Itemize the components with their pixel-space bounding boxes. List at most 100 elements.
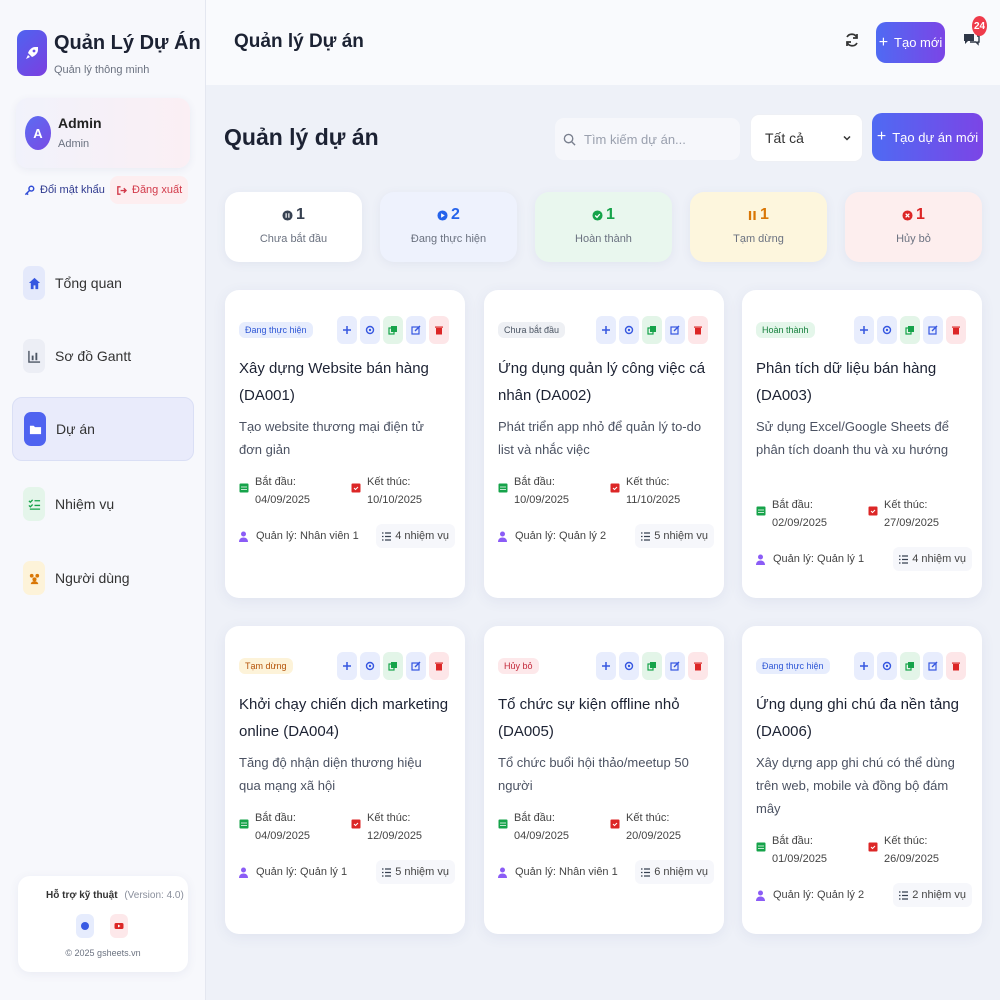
task-count[interactable]: 5 nhiệm vụ — [635, 524, 714, 548]
calendar-end-icon — [610, 483, 620, 493]
edit-button[interactable] — [406, 316, 426, 344]
stat-cancelled[interactable]: 1 Hủy bỏ — [845, 192, 982, 262]
stat-not-started[interactable]: 1 Chưa bắt đầu — [225, 192, 362, 262]
stat-paused[interactable]: 1 Tạm dừng — [690, 192, 827, 262]
start-label: Bắt đầu: — [514, 476, 555, 488]
project-title[interactable]: Ứng dụng quản lý công việc cá nhân (DA00… — [498, 355, 708, 409]
delete-button[interactable] — [946, 316, 966, 344]
edit-button[interactable] — [923, 316, 943, 344]
copy-icon — [905, 662, 914, 671]
task-count[interactable]: 6 nhiệm vụ — [635, 860, 714, 884]
copy-button[interactable] — [642, 652, 662, 680]
user-icon — [498, 867, 507, 878]
project-card[interactable]: Đang thực hiện Xây dựng Website bán hàng… — [225, 290, 465, 598]
delete-button[interactable] — [429, 316, 449, 344]
sidebar-item-users[interactable]: Người dùng — [12, 546, 194, 610]
copy-button[interactable] — [383, 652, 403, 680]
calendar-start-icon — [239, 483, 249, 493]
add-task-button[interactable] — [337, 652, 357, 680]
task-count[interactable]: 4 nhiệm vụ — [376, 524, 455, 548]
youtube-icon — [114, 923, 124, 929]
project-title[interactable]: Ứng dụng ghi chú đa nền tảng (DA006) — [756, 691, 966, 745]
view-button[interactable] — [877, 652, 897, 680]
view-button[interactable] — [619, 316, 639, 344]
app-subtitle: Quản lý thông minh — [54, 64, 150, 76]
manager-name: Quản lý: Quản lý 1 — [256, 866, 348, 878]
youtube-button[interactable] — [110, 914, 128, 938]
view-button[interactable] — [360, 652, 380, 680]
eye-icon — [882, 661, 892, 671]
delete-button[interactable] — [688, 316, 708, 344]
project-card[interactable]: Đang thực hiện Ứng dụng ghi chú đa nền t… — [742, 626, 982, 934]
stat-completed[interactable]: 1 Hoàn thành — [535, 192, 672, 262]
start-value: 01/09/2025 — [772, 853, 828, 865]
task-count[interactable]: 4 nhiệm vụ — [893, 547, 972, 571]
create-new-button[interactable]: + Tạo mới — [876, 22, 945, 63]
add-task-button[interactable] — [596, 316, 616, 344]
view-button[interactable] — [619, 652, 639, 680]
sidebar-item-projects[interactable]: Dự án — [12, 397, 194, 461]
task-count[interactable]: 2 nhiệm vụ — [893, 883, 972, 907]
card-actions — [854, 316, 966, 344]
search-box — [555, 118, 740, 160]
card-actions — [596, 316, 708, 344]
sidebar-item-tasks[interactable]: Nhiệm vụ — [12, 472, 194, 536]
user-name: Admin — [58, 115, 102, 131]
add-task-button[interactable] — [337, 316, 357, 344]
edit-icon — [411, 325, 421, 335]
delete-button[interactable] — [688, 652, 708, 680]
project-title[interactable]: Khởi chạy chiến dịch marketing online (D… — [239, 691, 449, 745]
add-task-button[interactable] — [854, 652, 874, 680]
project-dates: Bắt đầu: 10/09/2025 Kết thúc: 11/10/2025 — [498, 473, 714, 509]
copy-icon — [647, 326, 656, 335]
edit-button[interactable] — [923, 652, 943, 680]
add-task-button[interactable] — [854, 316, 874, 344]
project-dates: Bắt đầu: 04/09/2025 Kết thúc: 10/10/2025 — [239, 473, 455, 509]
view-button[interactable] — [877, 316, 897, 344]
search-input[interactable] — [584, 131, 734, 147]
project-title[interactable]: Xây dựng Website bán hàng (DA001) — [239, 355, 449, 409]
status-badge: Chưa bắt đầu — [498, 322, 566, 338]
change-password-button[interactable]: Đổi mật khẩu — [18, 176, 111, 204]
project-title[interactable]: Phân tích dữ liệu bán hàng (DA003) — [756, 355, 966, 409]
end-value: 27/09/2025 — [884, 517, 940, 529]
copy-button[interactable] — [642, 316, 662, 344]
refresh-icon[interactable] — [844, 32, 860, 53]
start-date: Bắt đầu: 02/09/2025 — [756, 496, 868, 532]
copy-button[interactable] — [900, 652, 920, 680]
status-filter-select[interactable]: Tất cả — [750, 114, 863, 162]
project-card[interactable]: Hoàn thành Phân tích dữ liệu bán hàng (D… — [742, 290, 982, 598]
task-count[interactable]: 5 nhiệm vụ — [376, 860, 455, 884]
sidebar-item-gantt[interactable]: Sơ đồ Gantt — [12, 324, 194, 388]
manager: Quản lý: Nhân viên 1 — [239, 530, 359, 542]
project-card[interactable]: Chưa bắt đầu Ứng dụng quản lý công việc … — [484, 290, 724, 598]
eye-icon — [624, 661, 634, 671]
user-icon — [756, 890, 765, 901]
add-task-button[interactable] — [596, 652, 616, 680]
copy-button[interactable] — [383, 316, 403, 344]
stat-count: 1 — [760, 206, 769, 223]
project-title[interactable]: Tổ chức sự kiện offline nhỏ (DA005) — [498, 691, 708, 745]
manager-name: Quản lý: Nhân viên 1 — [256, 530, 359, 542]
chat-support-button[interactable] — [76, 914, 94, 938]
delete-button[interactable] — [946, 652, 966, 680]
manager: Quản lý: Quản lý 2 — [498, 530, 606, 542]
page-title: Quản lý Dự án — [234, 31, 364, 52]
project-card[interactable]: Tạm dừng Khởi chạy chiến dịch marketing … — [225, 626, 465, 934]
chevron-down-icon — [843, 135, 851, 141]
edit-button[interactable] — [665, 316, 685, 344]
logout-button[interactable]: Đăng xuất — [110, 176, 189, 204]
project-card[interactable]: Hủy bỏ Tổ chức sự kiện offline nhỏ (DA00… — [484, 626, 724, 934]
stat-in-progress[interactable]: 2 Đang thực hiện — [380, 192, 517, 262]
sidebar-item-overview[interactable]: Tổng quan — [12, 251, 194, 315]
create-project-button[interactable]: + Tạo dự án mới — [872, 113, 983, 161]
copy-button[interactable] — [900, 316, 920, 344]
sidebar-item-label: Nhiệm vụ — [55, 496, 115, 512]
manager-name: Quản lý: Nhân viên 1 — [515, 866, 618, 878]
edit-button[interactable] — [406, 652, 426, 680]
delete-button[interactable] — [429, 652, 449, 680]
project-description: Phát triển app nhỏ để quản lý to-do list… — [498, 419, 702, 457]
edit-button[interactable] — [665, 652, 685, 680]
end-value: 11/10/2025 — [626, 494, 681, 506]
view-button[interactable] — [360, 316, 380, 344]
